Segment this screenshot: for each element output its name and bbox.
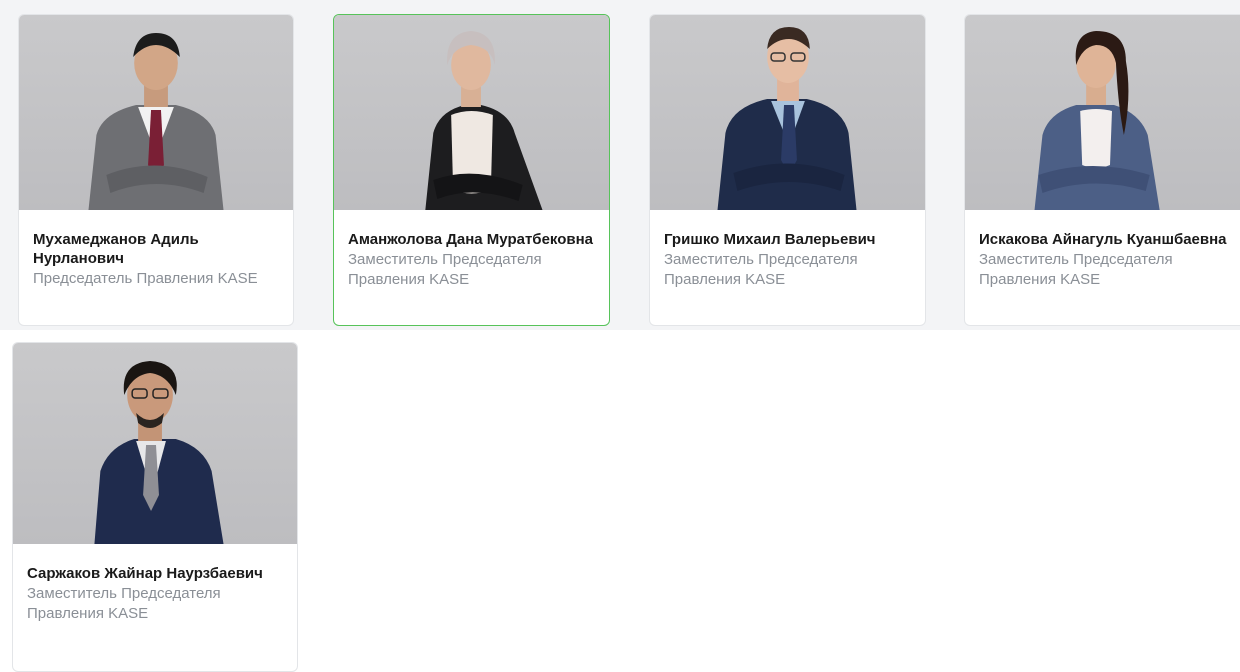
person-card-amanzholova[interactable]: Аманжолова Дана Муратбековна Заместитель…: [333, 14, 610, 326]
person-role: Заместитель Председателя Правления KASE: [664, 251, 858, 288]
person-card-grishko[interactable]: Гришко Михаил Валерьевич Заместитель Пре…: [649, 14, 926, 326]
person-photo: [19, 15, 293, 210]
person-card-iskakova[interactable]: Искакова Айнагуль Куаншбаевна Заместител…: [964, 14, 1240, 326]
person-card-sarzhakov[interactable]: Саржаков Жайнар Наурзбаевич Заместитель …: [12, 342, 298, 672]
person-name: Искакова Айнагуль Куаншбаевна: [979, 231, 1227, 248]
person-role: Заместитель Председателя Правления KASE: [979, 251, 1173, 288]
person-name: Саржаков Жайнар Наурзбаевич: [27, 565, 263, 582]
person-photo: [650, 15, 925, 210]
person-name: Аманжолова Дана Муратбековна: [348, 231, 594, 248]
person-name: Мухамеджанов Адиль Нурланович: [33, 231, 199, 267]
person-name: Гришко Михаил Валерьевич: [664, 231, 876, 248]
person-photo: [334, 15, 609, 210]
person-role: Заместитель Председателя Правления KASE: [348, 251, 542, 288]
person-role: Председатель Правления KASE: [33, 270, 258, 287]
person-photo: [965, 15, 1240, 210]
person-role: Заместитель Председателя Правления KASE: [27, 585, 221, 622]
person-card-mukhamedzhanov[interactable]: Мухамеджанов Адиль Нурланович Председате…: [18, 14, 294, 326]
person-photo: [13, 343, 297, 544]
